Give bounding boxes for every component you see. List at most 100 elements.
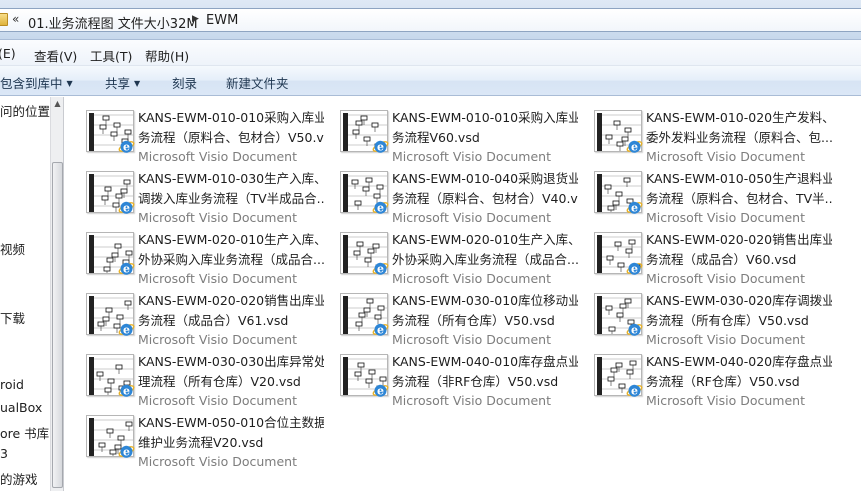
svg-text:e: e [377,202,384,215]
file-item[interactable]: e KANS-EWM-010-050生产退料业 务流程（原料合、包材合、TV半...… [572,158,832,225]
internet-explorer-icon: e [118,263,135,276]
file-name: KANS-EWM-020-010生产入库、 外协采购入库业务流程（成品合... [392,230,578,270]
nav-item-videos[interactable]: 视频 [0,239,25,258]
internet-explorer-icon: e [118,385,135,398]
file-name-line-2: 外协采购入库业务流程（成品合... [138,252,324,267]
new-folder-button[interactable]: 新建文件夹 [226,73,289,92]
internet-explorer-icon: e [118,324,135,337]
address-bar: « 01.业务流程图 文件大小32M ▶ EWM [0,0,861,40]
file-item[interactable]: e KANS-EWM-020-010生产入库、 外协采购入库业务流程（成品合... M… [64,219,324,286]
scroll-up-icon[interactable]: ▲ [52,99,63,111]
file-item[interactable]: e KANS-EWM-010-010采购入库业 务流程（原料合、包材合）V50.v.… [64,97,324,164]
file-item[interactable]: e KANS-EWM-020-020销售出库业 务流程（成品合）V60.vsd Mic… [572,219,832,286]
file-item[interactable]: e KANS-EWM-010-040采购退货业 务流程（原料合、包材合）V40.v.… [318,158,578,225]
nav-item-virtualbox[interactable]: ualBox [0,400,42,415]
internet-explorer-icon: e [626,141,643,154]
menu-bar: (E) 查看(V) 工具(T) 帮助(H) [0,40,861,66]
include-in-library-label: 包含到库中 [0,76,63,91]
nav-scrollbar[interactable]: ▲ [50,97,64,491]
burn-button[interactable]: 刻录 [172,73,197,92]
file-name: KANS-EWM-010-020生产发料、 委外发料业务流程（原料合、包... [646,108,832,148]
share-button[interactable]: 共享 ▼ [105,73,140,92]
file-name-line-2: 务流程（所有仓库）V50.vsd [392,313,555,328]
svg-text:e: e [123,324,130,337]
svg-text:e: e [123,446,130,459]
file-item[interactable]: e KANS-EWM-020-010生产入库、 外协采购入库业务流程（成品合... M… [318,219,578,286]
file-name-line-2: 务流程V60.vsd [392,130,480,145]
file-item[interactable]: e KANS-EWM-010-030生产入库、 调拨入库业务流程（TV半成品合...… [64,158,324,225]
file-name-line-1: KANS-EWM-010-040采购退货业 [392,171,578,186]
file-name-line-2: 务流程（所有仓库）V50.vsd [646,313,809,328]
file-item[interactable]: e KANS-EWM-010-010采购入库业 务流程V60.vsd Microsof… [318,97,578,164]
command-bar: 包含到库中 ▼ 共享 ▼ 刻录 新建文件夹 [0,66,861,96]
file-name-line-1: KANS-EWM-010-010采购入库业 [138,110,324,125]
file-item[interactable]: e KANS-EWM-030-010库位移动业 务流程（所有仓库）V50.vsd Mi… [318,280,578,347]
breadcrumb-overflow-icon[interactable]: « [12,12,19,26]
include-in-library-button[interactable]: 包含到库中 ▼ [0,73,73,92]
file-name-line-1: KANS-EWM-010-030生产入库、 [138,171,324,186]
folder-icon [0,13,8,26]
file-name-line-1: KANS-EWM-020-020销售出库业 [646,232,832,247]
file-name-line-2: 委外发料业务流程（原料合、包... [646,130,832,145]
file-name: KANS-EWM-050-010合位主数据 维护业务流程V20.vsd [138,413,324,453]
file-name-line-1: KANS-EWM-020-010生产入库、 [392,232,578,247]
svg-text:e: e [377,263,384,276]
file-name-line-1: KANS-EWM-040-020库存盘点业 [646,354,832,369]
file-name-line-2: 理流程（所有仓库）V20.vsd [138,374,301,389]
internet-explorer-icon: e [626,324,643,337]
file-item[interactable]: e KANS-EWM-010-020生产发料、 委外发料业务流程（原料合、包... M… [572,97,832,164]
file-name: KANS-EWM-040-010库存盘点业 务流程（非RF仓库）V50.vsd [392,352,578,392]
file-item[interactable]: e KANS-EWM-030-020库存调拨业 务流程（所有仓库）V50.vsd Mi… [572,280,832,347]
file-item[interactable]: e KANS-EWM-020-020销售出库业 务流程（成品合）V61.vsd Mic… [64,280,324,347]
file-item[interactable]: e KANS-EWM-050-010合位主数据 维护业务流程V20.vsd Micro… [64,402,324,469]
menu-view[interactable]: 查看(V) [34,46,77,65]
file-name: KANS-EWM-030-020库存调拨业 务流程（所有仓库）V50.vsd [646,291,832,331]
file-name-line-1: KANS-EWM-010-020生产发料、 [646,110,832,125]
scroll-thumb[interactable] [52,162,63,488]
svg-text:e: e [631,202,638,215]
file-type: Microsoft Visio Document [392,393,551,408]
breadcrumb-segment-current[interactable]: EWM [206,13,238,28]
internet-explorer-icon: e [118,202,135,215]
nav-item-misc[interactable]: 3 [0,446,8,461]
svg-text:e: e [631,141,638,154]
file-name-line-1: KANS-EWM-020-010生产入库、 [138,232,324,247]
address-box[interactable]: « 01.业务流程图 文件大小32M ▶ EWM [0,8,861,32]
breadcrumb-arrow-icon[interactable]: ▶ [192,14,199,24]
file-name: KANS-EWM-010-040采购退货业 务流程（原料合、包材合）V40.v..… [392,169,578,209]
file-name-line-2: 务流程（非RF仓库）V50.vsd [392,374,559,389]
menu-help[interactable]: 帮助(H) [145,46,189,65]
nav-item-store-library[interactable]: ore 书库 [0,423,49,442]
file-name-line-2: 务流程（成品合）V60.vsd [646,252,797,267]
svg-text:e: e [123,202,130,215]
internet-explorer-icon: e [118,141,135,154]
nav-item-recent-places[interactable]: 问的位置 [0,101,50,120]
svg-text:e: e [377,385,384,398]
menu-edit[interactable]: (E) [0,46,16,61]
file-name-line-1: KANS-EWM-010-050生产退料业 [646,171,832,186]
share-label: 共享 [105,76,131,91]
breadcrumb-segment-parent[interactable]: 01.业务流程图 文件大小32M [28,13,198,32]
file-name-line-2: 外协采购入库业务流程（成品合... [392,252,578,267]
file-name-line-1: KANS-EWM-010-010采购入库业 [392,110,578,125]
svg-text:e: e [631,385,638,398]
file-name-line-2: 维护业务流程V20.vsd [138,435,264,450]
nav-item-games[interactable]: 的游戏 [0,469,38,488]
nav-item-android[interactable]: roid [0,377,24,392]
menu-tools[interactable]: 工具(T) [90,46,132,65]
file-name: KANS-EWM-020-010生产入库、 外协采购入库业务流程（成品合... [138,230,324,270]
svg-text:e: e [123,385,130,398]
chevron-down-icon: ▼ [134,79,141,88]
file-item[interactable]: e KANS-EWM-030-030出库异常处 理流程（所有仓库）V20.vsd Mi… [64,341,324,408]
internet-explorer-icon: e [372,202,389,215]
internet-explorer-icon: e [372,141,389,154]
svg-text:e: e [377,141,384,154]
file-type: Microsoft Visio Document [646,393,805,408]
file-name-line-2: 务流程（成品合）V61.vsd [138,313,289,328]
file-item[interactable]: e KANS-EWM-040-010库存盘点业 务流程（非RF仓库）V50.vsd M… [318,341,578,408]
file-name: KANS-EWM-030-010库位移动业 务流程（所有仓库）V50.vsd [392,291,578,331]
internet-explorer-icon: e [626,263,643,276]
file-item[interactable]: e KANS-EWM-040-020库存盘点业 务流程（RF仓库）V50.vsd Mi… [572,341,832,408]
nav-item-downloads[interactable]: 下载 [0,308,25,327]
file-name: KANS-EWM-010-010采购入库业 务流程V60.vsd [392,108,578,148]
